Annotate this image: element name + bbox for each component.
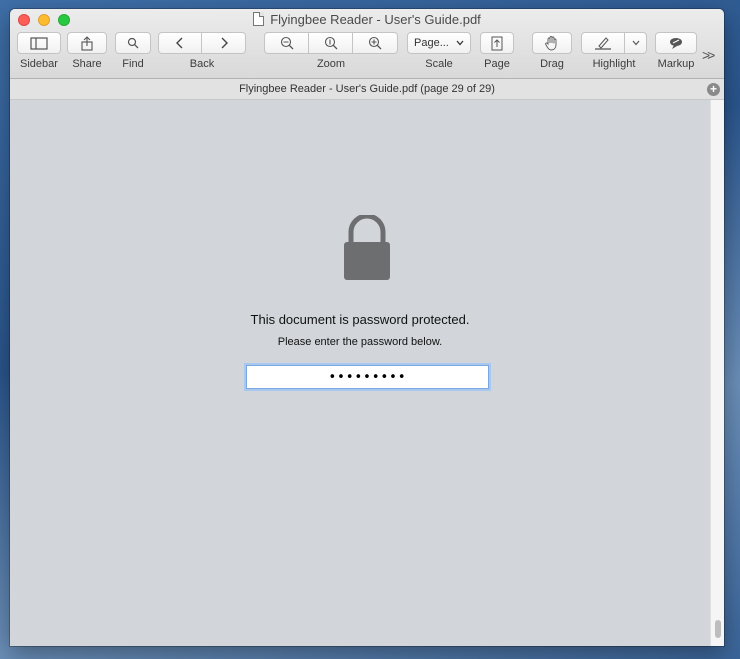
back-label: Back [189, 58, 215, 70]
password-input[interactable] [246, 365, 489, 389]
page-up-icon [491, 36, 503, 50]
document-page-title: Flyingbee Reader - User's Guide.pdf (pag… [239, 83, 495, 95]
zoom-actual-icon [324, 36, 337, 50]
document-icon [253, 12, 265, 26]
sidebar-label: Sidebar [20, 58, 58, 70]
chevron-down-icon [632, 40, 639, 46]
share-icon [81, 35, 93, 51]
find-tool: Find [115, 32, 151, 70]
lock-icon [343, 215, 391, 281]
zoom-in-button[interactable] [353, 32, 398, 54]
page-label: Page [484, 58, 510, 70]
markup-pen-icon [670, 38, 682, 49]
markup-tool: Markup [655, 32, 697, 70]
magnifier-icon [127, 37, 139, 49]
highlight-tool: Highlight [581, 32, 647, 70]
vertical-scrollbar[interactable] [710, 100, 724, 646]
highlight-segment [581, 32, 647, 54]
scrollbar-thumb[interactable] [715, 620, 721, 638]
drag-button[interactable] [532, 32, 572, 54]
hand-icon [545, 36, 557, 51]
chevron-left-icon [176, 37, 183, 49]
zoom-segment [264, 32, 398, 54]
back-forward-segment [158, 32, 246, 54]
window-title-text: Flyingbee Reader - User's Guide.pdf [270, 12, 481, 27]
window-title: Flyingbee Reader - User's Guide.pdf [10, 12, 724, 27]
sidebar-tool: Sidebar [17, 32, 61, 70]
scale-value: Page... [414, 37, 449, 49]
password-instruction: Please enter the password below. [277, 336, 443, 348]
share-button[interactable] [67, 32, 107, 54]
scale-label: Scale [425, 58, 453, 70]
chevron-down-icon [456, 40, 464, 46]
zoom-tool: Zoom [264, 32, 398, 70]
highlight-label: Highlight [592, 58, 636, 70]
zoom-label: Zoom [316, 58, 346, 70]
title-bar: Flyingbee Reader - User's Guide.pdf Side… [10, 9, 724, 79]
highlight-color-dropdown[interactable] [625, 32, 647, 54]
drag-label: Drag [540, 58, 564, 70]
markup-button[interactable] [655, 32, 697, 54]
zoom-in-icon [368, 36, 382, 50]
highlight-button[interactable] [581, 32, 625, 54]
actual-size-button[interactable] [309, 32, 353, 54]
chevron-right-icon [221, 37, 228, 49]
zoom-out-button[interactable] [264, 32, 309, 54]
share-tool: Share [67, 32, 107, 70]
scale-tool: Page... Scale [407, 32, 471, 70]
markup-label: Markup [657, 58, 695, 70]
drag-tool: Drag [532, 32, 572, 70]
scale-select[interactable]: Page... [407, 32, 471, 54]
back-forward-tool: Back [158, 32, 246, 70]
zoom-out-icon [280, 36, 293, 50]
back-button[interactable] [158, 32, 202, 54]
find-button[interactable] [115, 32, 151, 54]
share-label: Share [72, 58, 102, 70]
reader-window: Flyingbee Reader - User's Guide.pdf Side… [10, 9, 724, 646]
sidebar-button[interactable] [17, 32, 61, 54]
add-tab-button[interactable]: + [707, 83, 720, 96]
password-protected-message: This document is password protected. [250, 312, 470, 327]
document-title-bar: Flyingbee Reader - User's Guide.pdf (pag… [10, 79, 724, 100]
page-button[interactable] [480, 32, 514, 54]
forward-button[interactable] [202, 32, 246, 54]
find-label: Find [122, 58, 144, 70]
sidebar-icon [30, 36, 48, 50]
document-content: This document is password protected. Ple… [10, 100, 710, 646]
toolbar-overflow-button[interactable]: >> [702, 47, 715, 63]
highlighter-icon [595, 37, 611, 50]
page-tool: Page [480, 32, 514, 70]
